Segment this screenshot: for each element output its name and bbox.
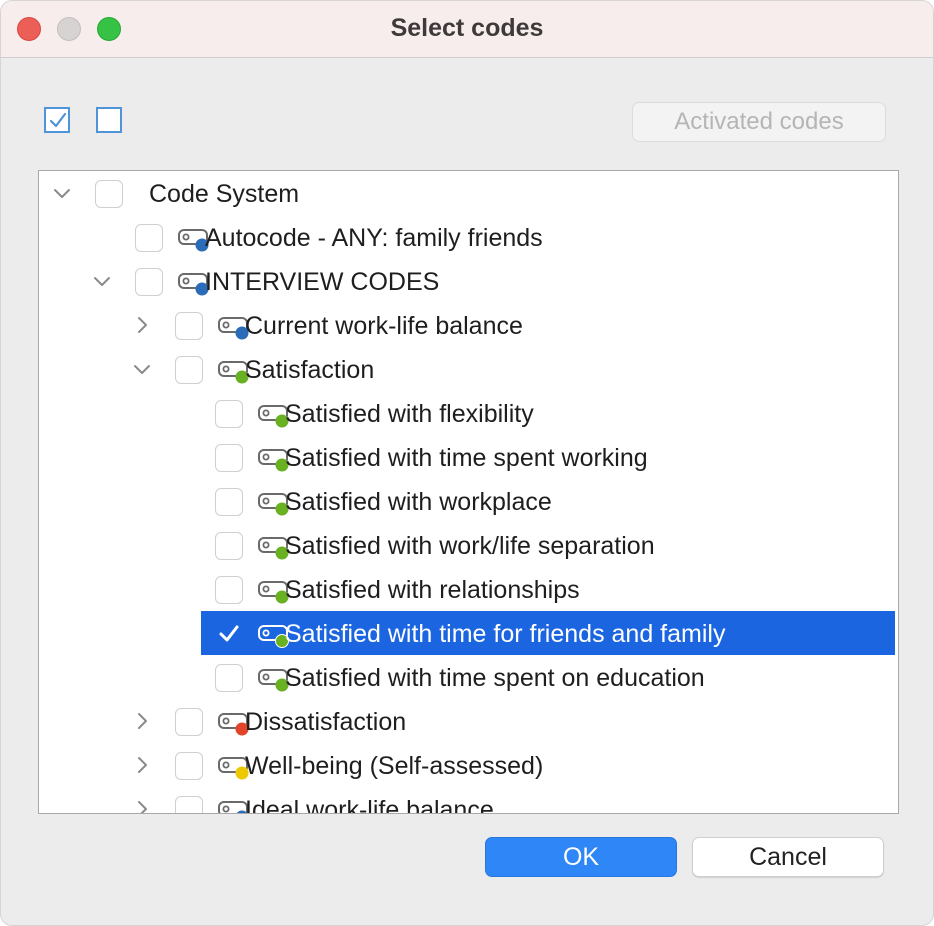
tree-item-label: Satisfied with time for friends and fami… (285, 620, 726, 648)
row-checkbox[interactable] (95, 180, 123, 208)
tree-item-label: Dissatisfaction (245, 708, 407, 736)
cancel-button[interactable]: Cancel (692, 837, 884, 877)
tree-row[interactable]: Satisfied with time for friends and fami… (201, 611, 895, 655)
tree-row[interactable]: Code System (39, 171, 898, 215)
tree-item-label: Satisfied with workplace (285, 488, 552, 516)
tree-row[interactable]: Dissatisfaction (39, 699, 898, 743)
tree-item-label: Satisfied with relationships (285, 576, 580, 604)
checkmark-icon (219, 625, 239, 642)
code-tree: Code System Autocode - ANY: family friend… (38, 170, 899, 814)
select-codes-dialog: Select codes Activated codes Code System… (0, 0, 934, 926)
tree-row[interactable]: INTERVIEW CODES (39, 259, 898, 303)
chevron-right-icon[interactable] (131, 314, 153, 336)
row-checkbox[interactable] (215, 488, 243, 516)
tree-item-label: Satisfied with work/life separation (285, 532, 655, 560)
tree-row[interactable]: Autocode - ANY: family friends (39, 215, 898, 259)
chevron-down-icon[interactable] (51, 182, 73, 204)
checked-box-icon (49, 112, 67, 128)
activated-codes-button[interactable]: Activated codes (632, 102, 886, 142)
row-checkbox[interactable] (175, 312, 203, 340)
deselect-all-button[interactable] (96, 107, 122, 133)
title-bar: Select codes (1, 1, 933, 58)
tree-item-label: Satisfaction (245, 356, 375, 384)
chevron-right-icon[interactable] (131, 798, 153, 814)
tree-row[interactable]: Satisfied with workplace (39, 479, 898, 523)
tree-item-label: Satisfied with time spent working (285, 444, 648, 472)
tree-row[interactable]: Satisfaction (39, 347, 898, 391)
tree-row[interactable]: Satisfied with work/life separation (39, 523, 898, 567)
tree-item-label: Code System (149, 180, 300, 208)
tree-item-label: Current work-life balance (245, 312, 523, 340)
row-checkbox[interactable] (215, 444, 243, 472)
ok-button[interactable]: OK (485, 837, 677, 877)
select-all-button[interactable] (44, 107, 70, 133)
tree-row[interactable]: Well-being (Self-assessed) (39, 743, 898, 787)
chevron-down-icon[interactable] (131, 358, 153, 380)
tree-item-label: INTERVIEW CODES (205, 268, 440, 296)
row-checkbox[interactable] (215, 620, 243, 648)
tree-row[interactable]: Satisfied with flexibility (39, 391, 898, 435)
window-title: Select codes (390, 14, 544, 42)
tree-row[interactable]: Ideal work-life balance (39, 787, 898, 814)
row-checkbox[interactable] (215, 664, 243, 692)
tree-item-label: Satisfied with flexibility (285, 400, 534, 428)
row-checkbox[interactable] (135, 268, 163, 296)
tree-item-label: Satisfied with time spent on education (285, 664, 705, 692)
row-checkbox[interactable] (175, 752, 203, 780)
chevron-right-icon[interactable] (131, 754, 153, 776)
chevron-down-icon[interactable] (91, 270, 113, 292)
tree-item-label: Autocode - ANY: family friends (205, 224, 543, 252)
row-checkbox[interactable] (135, 224, 163, 252)
row-checkbox[interactable] (175, 796, 203, 813)
row-checkbox[interactable] (215, 400, 243, 428)
tree-item-label: Ideal work-life balance (245, 796, 494, 814)
chevron-right-icon[interactable] (131, 710, 153, 732)
tree-row[interactable]: Current work-life balance (39, 303, 898, 347)
row-checkbox[interactable] (175, 708, 203, 736)
tree-row[interactable]: Satisfied with relationships (39, 567, 898, 611)
tree-row[interactable]: Satisfied with time spent on education (39, 655, 898, 699)
tree-row[interactable]: Satisfied with time spent working (39, 435, 898, 479)
row-checkbox[interactable] (215, 532, 243, 560)
row-checkbox[interactable] (175, 356, 203, 384)
row-checkbox[interactable] (215, 576, 243, 604)
tree-item-label: Well-being (Self-assessed) (245, 752, 544, 780)
